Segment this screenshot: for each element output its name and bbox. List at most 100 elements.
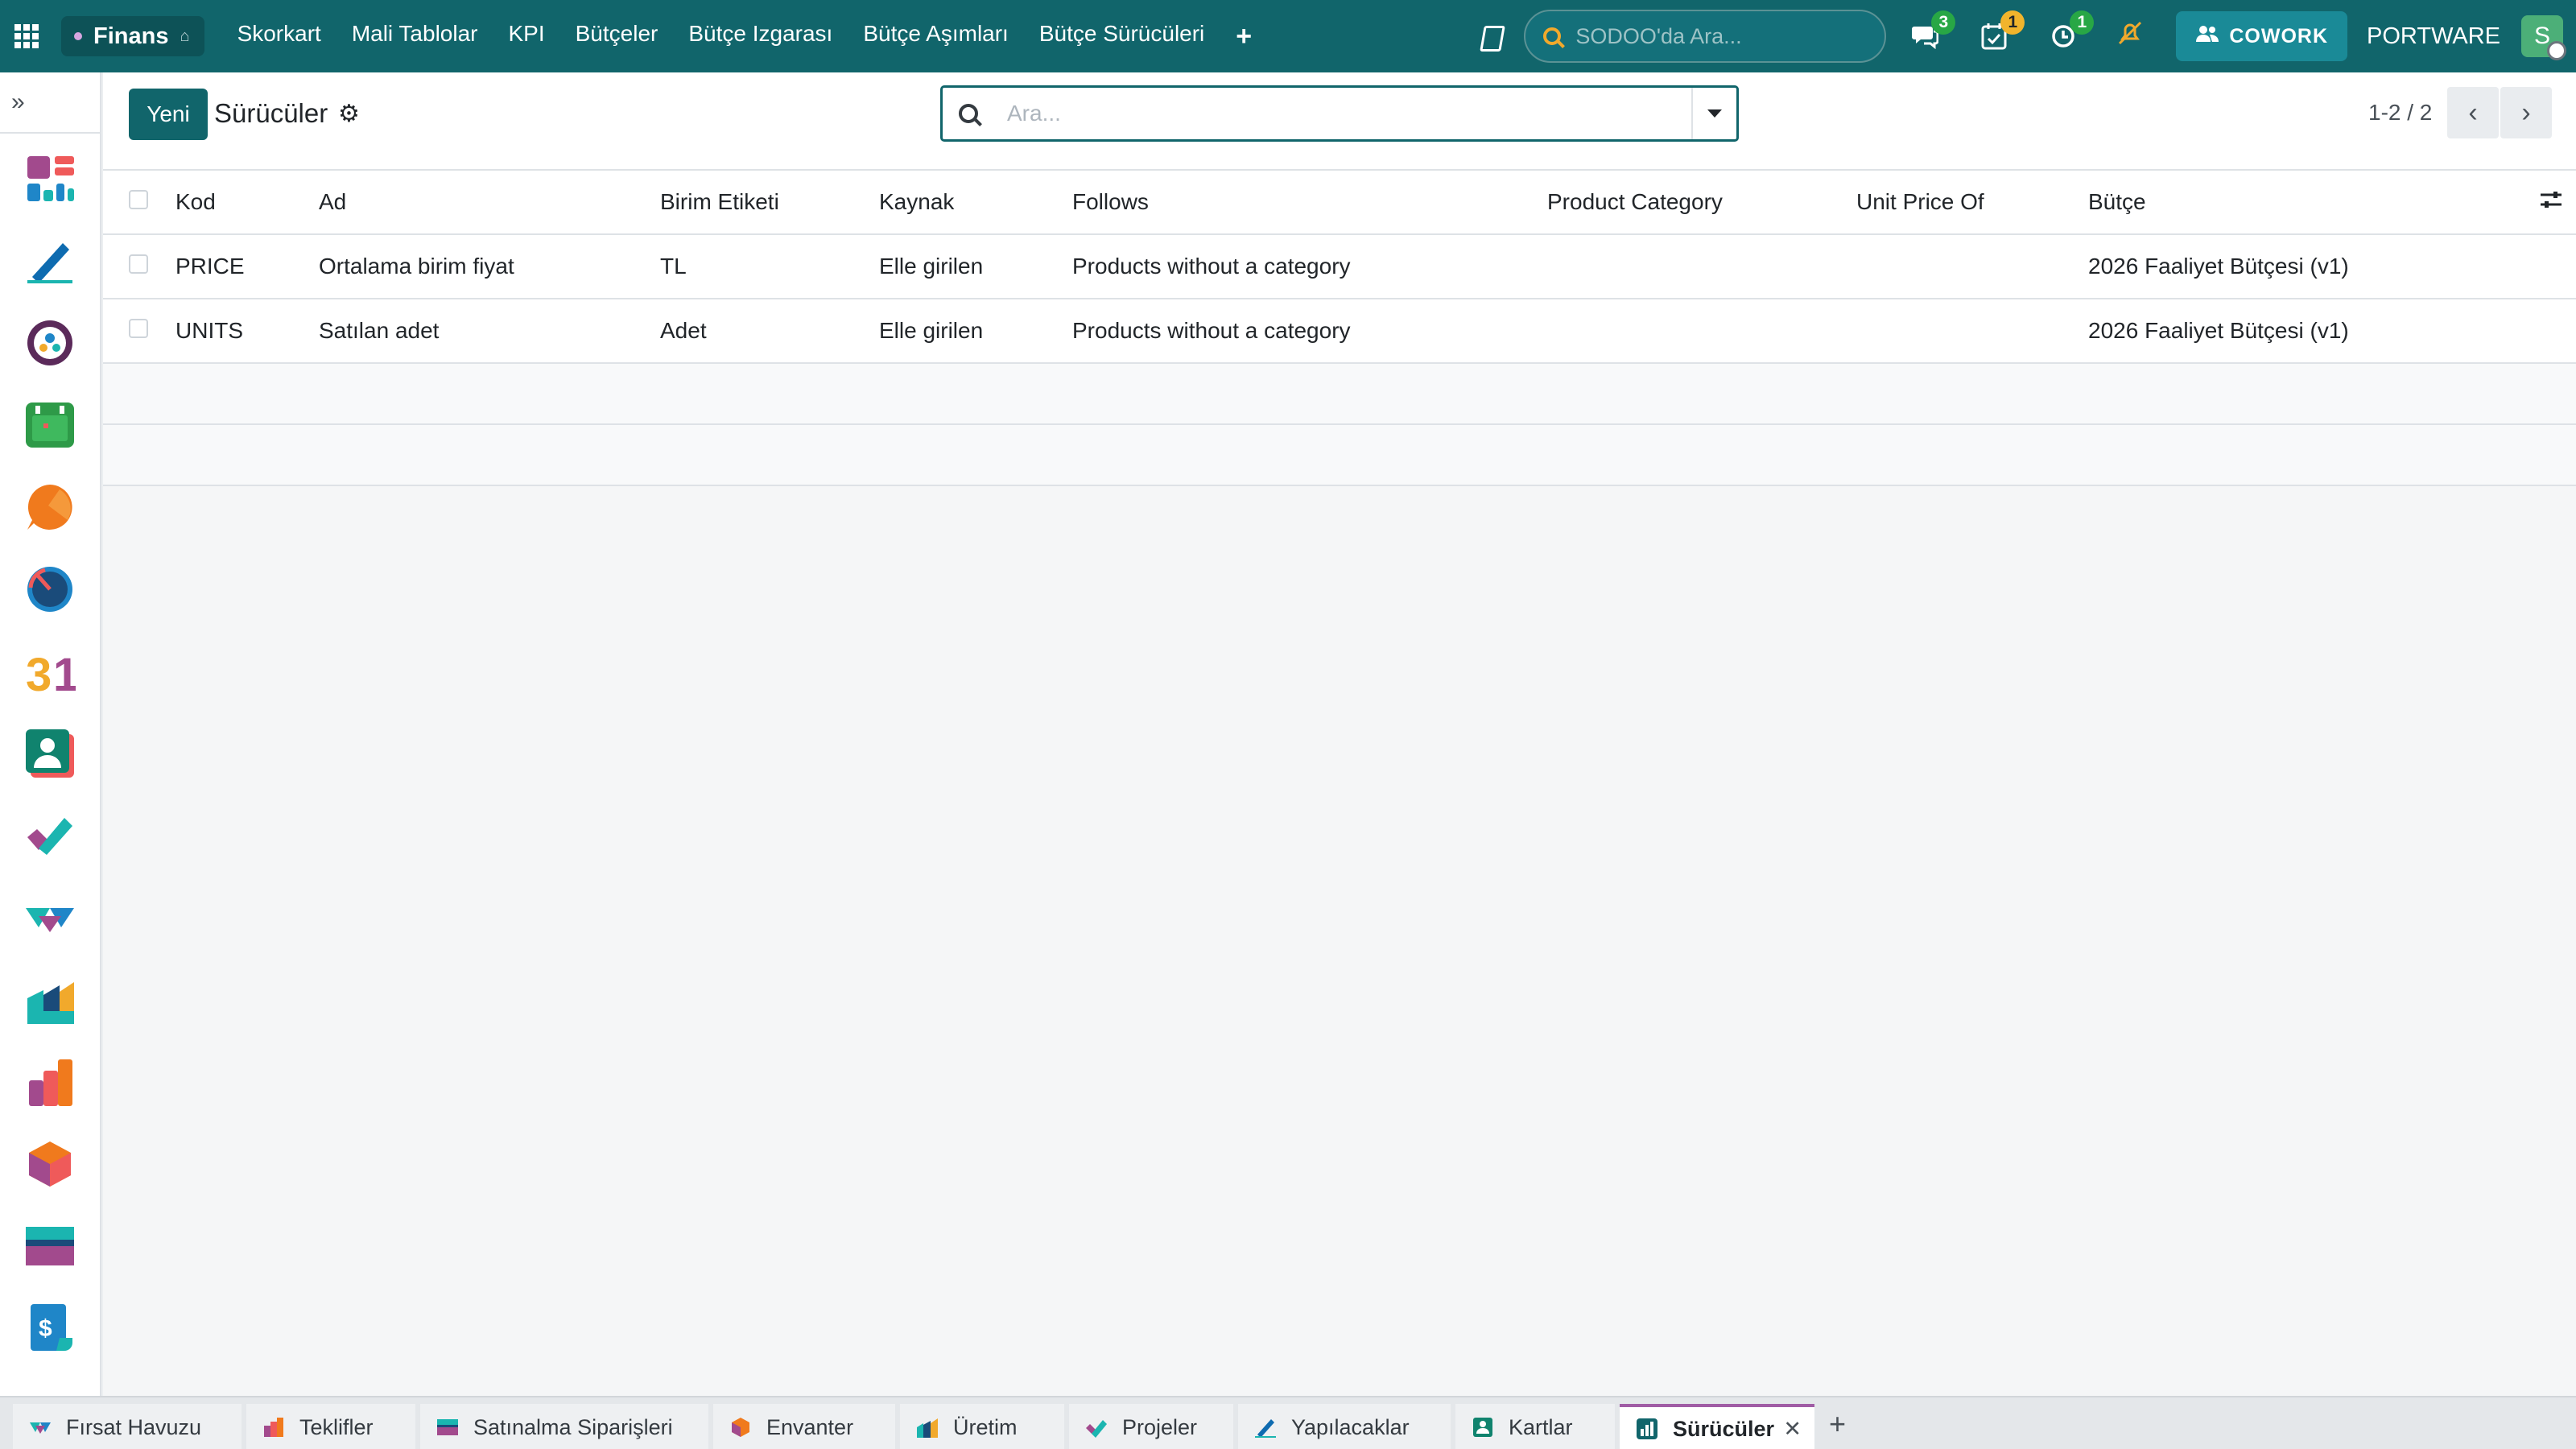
cell-unit-price-of <box>1856 234 2088 299</box>
app-brand[interactable]: Finans ⌂ <box>61 16 204 56</box>
tab-uretim[interactable]: Üretim <box>900 1404 1064 1449</box>
app-switcher-icon[interactable] <box>14 24 39 48</box>
purchase-icon <box>436 1416 459 1439</box>
handshake-icon[interactable] <box>24 892 76 943</box>
contacts-icon[interactable] <box>24 728 76 779</box>
cell-birim: TL <box>660 254 687 279</box>
new-button[interactable]: Yeni <box>129 89 208 140</box>
row-checkbox[interactable] <box>129 254 148 274</box>
global-search-placeholder: SODOO'da Ara... <box>1575 23 1742 48</box>
menu-mali-tablolar[interactable]: Mali Tablolar <box>336 21 493 52</box>
tab-label: Teklifler <box>299 1414 374 1439</box>
expand-sidebar-icon[interactable]: » <box>0 72 100 134</box>
purchase-icon[interactable] <box>24 1220 76 1272</box>
page-title: Sürücüler <box>214 98 328 128</box>
search-options-toggle[interactable] <box>1691 88 1736 139</box>
column-butce[interactable]: Bütçe <box>2088 170 2539 234</box>
pager-value[interactable]: 1-2 / 2 <box>2368 100 2432 126</box>
cowork-button[interactable]: COWORK <box>2176 11 2348 61</box>
tab-suruculer[interactable]: Sürücüler ✕ <box>1620 1404 1814 1449</box>
pager-next-button[interactable]: › <box>2500 87 2552 138</box>
cell-butce: 2026 Faaliyet Bütçesi (v1) <box>2088 318 2349 343</box>
cell-kaynak: Elle girilen <box>879 318 984 343</box>
column-unit-price-of[interactable]: Unit Price Of <box>1856 170 2088 234</box>
dashboard-icon[interactable] <box>24 153 76 204</box>
tab-kartlar[interactable]: Kartlar <box>1455 1404 1615 1449</box>
gear-icon[interactable]: ⚙ <box>338 100 360 128</box>
table-row[interactable]: PRICE Ortalama birim fiyat TL Elle giril… <box>103 234 2576 299</box>
select-all-checkbox[interactable] <box>129 190 148 209</box>
global-search-input[interactable]: SODOO'da Ara... <box>1524 10 1887 63</box>
cell-category <box>1547 299 1856 363</box>
timer-icon[interactable]: 1 <box>2047 10 2095 52</box>
tab-label: Kartlar <box>1509 1414 1573 1439</box>
menu-butce-asimlari[interactable]: Bütçe Aşımları <box>848 21 1024 52</box>
users-icon <box>2195 24 2219 49</box>
pager-previous-button[interactable]: ‹ <box>2447 87 2499 138</box>
calendar-icon[interactable] <box>24 399 76 451</box>
timer-badge: 1 <box>2070 10 2095 35</box>
column-kod[interactable]: Kod <box>175 170 319 234</box>
menu-butce-suruculeri[interactable]: Bütçe Sürücüleri <box>1024 21 1220 52</box>
svg-text:$: $ <box>39 1315 52 1342</box>
cell-kaynak: Elle girilen <box>879 254 984 279</box>
user-avatar[interactable]: S <box>2521 15 2566 60</box>
cell-kod: UNITS <box>175 318 243 343</box>
company-name[interactable]: PORTWARE <box>2367 23 2500 50</box>
menu-skorkart[interactable]: Skorkart <box>222 21 336 52</box>
sales-icon <box>262 1416 285 1439</box>
cell-unit-price-of <box>1856 299 2088 363</box>
row-checkbox[interactable] <box>129 319 148 338</box>
home-icon: ⌂ <box>180 27 190 45</box>
chart-icon <box>1636 1418 1658 1440</box>
tab-firsat-havuzu[interactable]: Fırsat Havuzu <box>13 1404 242 1449</box>
sidebar-app-list: 31 $ <box>0 134 100 1354</box>
notification-muted-icon[interactable] <box>2116 19 2144 54</box>
column-ad[interactable]: Ad <box>319 170 660 234</box>
reports-icon[interactable] <box>24 1056 76 1108</box>
book-icon[interactable] <box>1479 24 1503 48</box>
column-product-category[interactable]: Product Category <box>1547 170 1856 234</box>
menu-butce-izgarasi[interactable]: Bütçe Izgarası <box>673 21 848 52</box>
inventory-icon <box>729 1416 752 1439</box>
column-kaynak[interactable]: Kaynak <box>879 170 1072 234</box>
check-icon[interactable] <box>24 810 76 861</box>
factory-icon[interactable] <box>24 974 76 1026</box>
inventory-icon[interactable] <box>24 1138 76 1190</box>
bottom-tab-bar: Fırsat Havuzu Teklifler Satınalma Sipari… <box>0 1396 2576 1449</box>
tab-teklifler[interactable]: Teklifler <box>246 1404 415 1449</box>
tab-envanter[interactable]: Envanter <box>713 1404 895 1449</box>
table-row[interactable]: UNITS Satılan adet Adet Elle girilen Pro… <box>103 299 2576 363</box>
add-menu-icon[interactable]: + <box>1220 21 1268 52</box>
empty-row <box>103 363 2576 424</box>
tab-label: Sürücüler <box>1673 1416 1775 1441</box>
pen-icon[interactable] <box>24 235 76 287</box>
menu-butceler[interactable]: Bütçeler <box>560 21 674 52</box>
tab-yapilacaklar[interactable]: Yapılacaklar <box>1238 1404 1451 1449</box>
menu-kpi[interactable]: KPI <box>493 21 559 52</box>
chat-icon[interactable] <box>24 481 76 533</box>
table-header-row: Kod Ad Birim Etiketi Kaynak Follows Prod… <box>103 170 2576 234</box>
cell-follows: Products without a category <box>1072 254 1351 279</box>
svg-text:3: 3 <box>26 649 52 697</box>
column-follows[interactable]: Follows <box>1072 170 1547 234</box>
tab-label: Yapılacaklar <box>1291 1414 1410 1439</box>
add-tab-icon[interactable]: + <box>1829 1407 1846 1441</box>
tab-projeler[interactable]: Projeler <box>1069 1404 1233 1449</box>
tab-satinalma-siparisleri[interactable]: Satınalma Siparişleri <box>420 1404 708 1449</box>
search-placeholder: Ara... <box>1007 101 1061 126</box>
calendar-31-icon[interactable]: 31 <box>24 646 79 701</box>
invoice-icon[interactable]: $ <box>24 1302 76 1354</box>
team-icon[interactable] <box>24 317 76 369</box>
activities-icon[interactable]: 1 <box>1978 10 2025 52</box>
cell-birim: Adet <box>660 318 707 343</box>
close-tab-icon[interactable]: ✕ <box>1783 1417 1802 1442</box>
messages-icon[interactable]: 3 <box>1909 10 1956 52</box>
column-birim-etiketi[interactable]: Birim Etiketi <box>660 170 879 234</box>
activities-badge: 1 <box>2000 10 2025 35</box>
search-input[interactable]: Ara... <box>940 85 1739 142</box>
cell-ad: Ortalama birim fiyat <box>319 254 514 279</box>
column-settings-icon[interactable] <box>2539 188 2563 215</box>
cell-category <box>1547 234 1856 299</box>
gauge-icon[interactable] <box>24 564 76 615</box>
